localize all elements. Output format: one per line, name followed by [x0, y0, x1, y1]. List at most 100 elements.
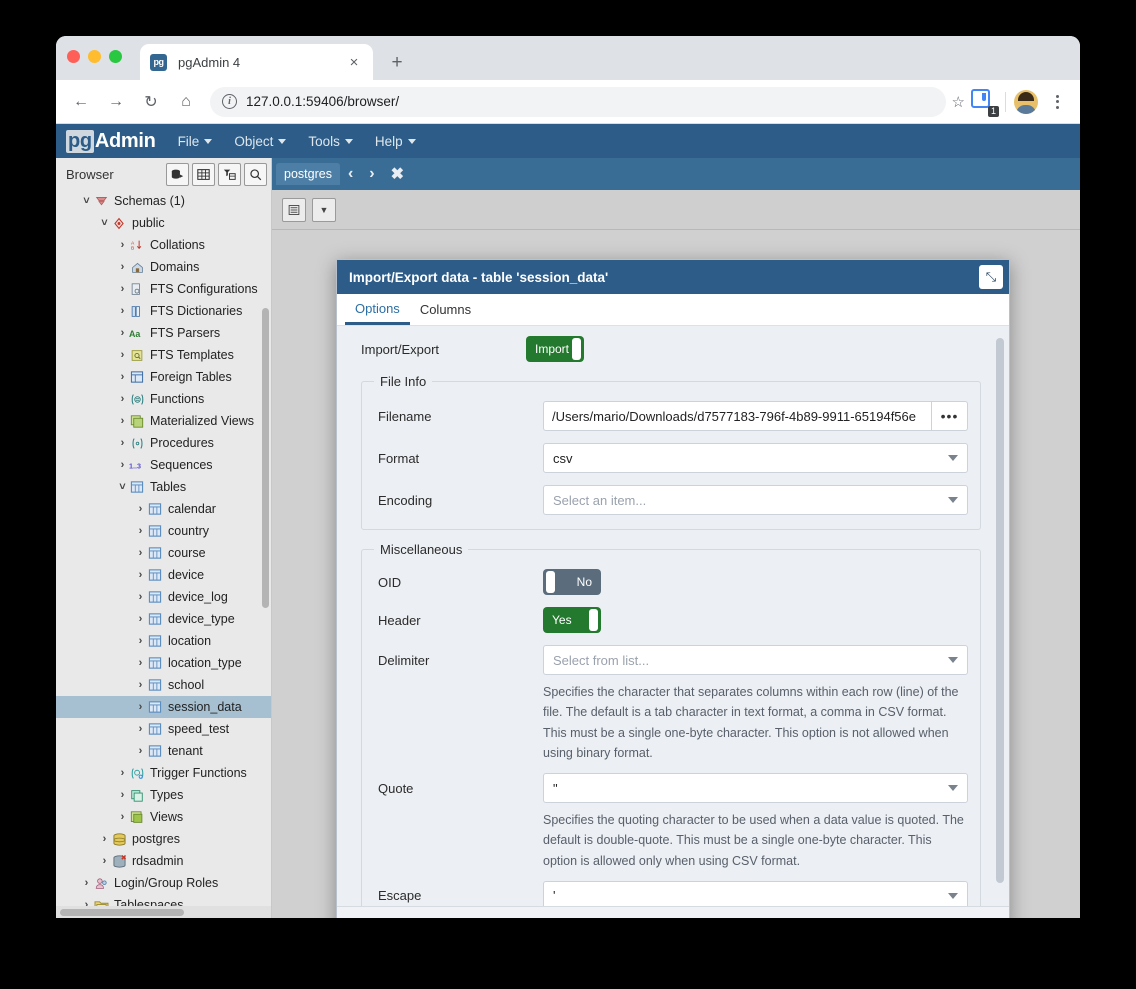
plus-icon[interactable]: + [383, 48, 411, 76]
filter-table-icon[interactable] [218, 162, 241, 186]
chevron-right-icon[interactable]: › [134, 679, 147, 691]
close-icon[interactable]: ✖ [391, 164, 404, 184]
chrome-menu-icon[interactable] [1044, 94, 1070, 109]
reload-icon[interactable]: ↻ [136, 87, 166, 117]
chevron-right-icon[interactable]: › [116, 349, 129, 361]
chevron-down-icon[interactable]: ▼ [312, 197, 336, 222]
tree-item[interactable]: › Tablespaces [56, 894, 271, 906]
tree-item[interactable]: › Aa FTS Parsers [56, 322, 271, 344]
chevron-down-icon[interactable]: ˅ [116, 481, 129, 493]
chevron-right-icon[interactable]: › [134, 569, 147, 581]
browse-file-button[interactable]: ••• [932, 401, 968, 431]
chevron-down-icon[interactable]: ˅ [98, 217, 111, 229]
tree-item[interactable]: › Login/Group Roles [56, 872, 271, 894]
tree-item[interactable]: › Views [56, 806, 271, 828]
tree-item[interactable]: › 1..3 Sequences [56, 454, 271, 476]
chevron-right-icon[interactable]: › [134, 745, 147, 757]
tree-item[interactable]: › device_log [56, 586, 271, 608]
chevron-left-icon[interactable]: ‹ [348, 165, 353, 183]
chevron-right-icon[interactable]: › [116, 811, 129, 823]
chevron-right-icon[interactable]: › [98, 833, 111, 845]
tree-item[interactable]: › FTS Dictionaries [56, 300, 271, 322]
maximize-icon[interactable]: ⤡ [979, 265, 1003, 289]
tree-item[interactable]: ˅ public [56, 212, 271, 234]
chevron-down-icon[interactable]: ˅ [80, 195, 93, 207]
tree-item[interactable]: ˅ Tables [56, 476, 271, 498]
tree-vertical-scrollbar[interactable] [262, 308, 269, 608]
grid-icon[interactable] [192, 162, 215, 186]
chevron-right-icon[interactable]: › [116, 371, 129, 383]
tree-item[interactable]: › device [56, 564, 271, 586]
dialog-titlebar[interactable]: Import/Export data - table 'session_data… [337, 260, 1009, 294]
chevron-right-icon[interactable]: › [116, 767, 129, 779]
server-icon[interactable] [166, 162, 189, 186]
chevron-right-icon[interactable]: › [134, 547, 147, 559]
tree-item-selected[interactable]: › session_data [56, 696, 271, 718]
tree-item[interactable]: › location_type [56, 652, 271, 674]
quote-select[interactable]: " [543, 773, 968, 803]
avatar[interactable] [1014, 89, 1038, 114]
chevron-right-icon[interactable]: › [134, 613, 147, 625]
chevron-right-icon[interactable]: › [116, 283, 129, 295]
tree-item[interactable]: › country [56, 520, 271, 542]
menu-tools[interactable]: Tools [308, 134, 353, 149]
chevron-right-icon[interactable]: › [134, 701, 147, 713]
tree-item[interactable]: › school [56, 674, 271, 696]
maximize-window-button[interactable] [109, 50, 122, 63]
tree-item[interactable]: › course [56, 542, 271, 564]
tree-item[interactable]: › Functions [56, 388, 271, 410]
chevron-right-icon[interactable]: › [369, 165, 374, 183]
chevron-right-icon[interactable]: › [116, 415, 129, 427]
tree-item[interactable]: › Types [56, 784, 271, 806]
chevron-right-icon[interactable]: › [116, 393, 129, 405]
menu-file[interactable]: File [178, 134, 213, 149]
site-info-icon[interactable]: i [222, 94, 237, 109]
chevron-right-icon[interactable]: › [116, 239, 129, 251]
menu-object[interactable]: Object [234, 134, 287, 149]
tree-item[interactable]: › calendar [56, 498, 271, 520]
workspace-tab-postgres[interactable]: postgres [276, 163, 340, 185]
encoding-select[interactable]: Select an item... [543, 485, 968, 515]
tree-item[interactable]: › FTS Configurations [56, 278, 271, 300]
chevron-right-icon[interactable]: › [134, 657, 147, 669]
tree-item[interactable]: › Procedures [56, 432, 271, 454]
tree-item[interactable]: › Trigger Functions [56, 762, 271, 784]
menu-help[interactable]: Help [375, 134, 416, 149]
bookmark-star-icon[interactable]: ☆ [952, 93, 965, 111]
format-select[interactable]: csv [543, 443, 968, 473]
chevron-right-icon[interactable]: › [116, 305, 129, 317]
delimiter-select[interactable]: Select from list... [543, 645, 968, 675]
tree-item[interactable]: › A B Collations [56, 234, 271, 256]
properties-list-icon[interactable] [282, 197, 306, 222]
dialog-vertical-scrollbar[interactable] [996, 338, 1004, 883]
tree-item[interactable]: › device_type [56, 608, 271, 630]
chevron-right-icon[interactable]: › [116, 261, 129, 273]
object-tree[interactable]: ˅ Schemas (1) ˅ public › A B Collations › Domains… [56, 190, 271, 906]
url-input[interactable]: i 127.0.0.1:59406/browser/ [210, 86, 946, 117]
tree-item[interactable]: › Materialized Views [56, 410, 271, 432]
minimize-window-button[interactable] [88, 50, 101, 63]
chevron-right-icon[interactable]: › [134, 503, 147, 515]
search-icon[interactable] [244, 162, 267, 186]
import-export-toggle[interactable]: Import [526, 336, 584, 362]
chevron-right-icon[interactable]: › [80, 877, 93, 889]
close-window-button[interactable] [67, 50, 80, 63]
escape-select[interactable]: ' [543, 880, 968, 906]
tree-item[interactable]: › postgres [56, 828, 271, 850]
tab-options[interactable]: Options [345, 294, 410, 325]
back-arrow-icon[interactable]: ← [66, 87, 96, 117]
chevron-right-icon[interactable]: › [134, 591, 147, 603]
home-icon[interactable]: ⌂ [171, 87, 201, 117]
chevron-right-icon[interactable]: › [116, 789, 129, 801]
extensions-button[interactable]: 1 [971, 88, 999, 117]
chevron-right-icon[interactable]: › [116, 437, 129, 449]
tab-columns[interactable]: Columns [410, 294, 481, 325]
tree-item[interactable]: › FTS Templates [56, 344, 271, 366]
tree-item[interactable]: › Domains [56, 256, 271, 278]
chevron-right-icon[interactable]: › [116, 459, 129, 471]
chevron-right-icon[interactable]: › [116, 327, 129, 339]
tree-horizontal-scrollbar[interactable] [56, 906, 271, 918]
header-toggle[interactable]: Yes [543, 607, 601, 633]
chevron-right-icon[interactable]: › [134, 635, 147, 647]
chevron-right-icon[interactable]: › [98, 855, 111, 867]
